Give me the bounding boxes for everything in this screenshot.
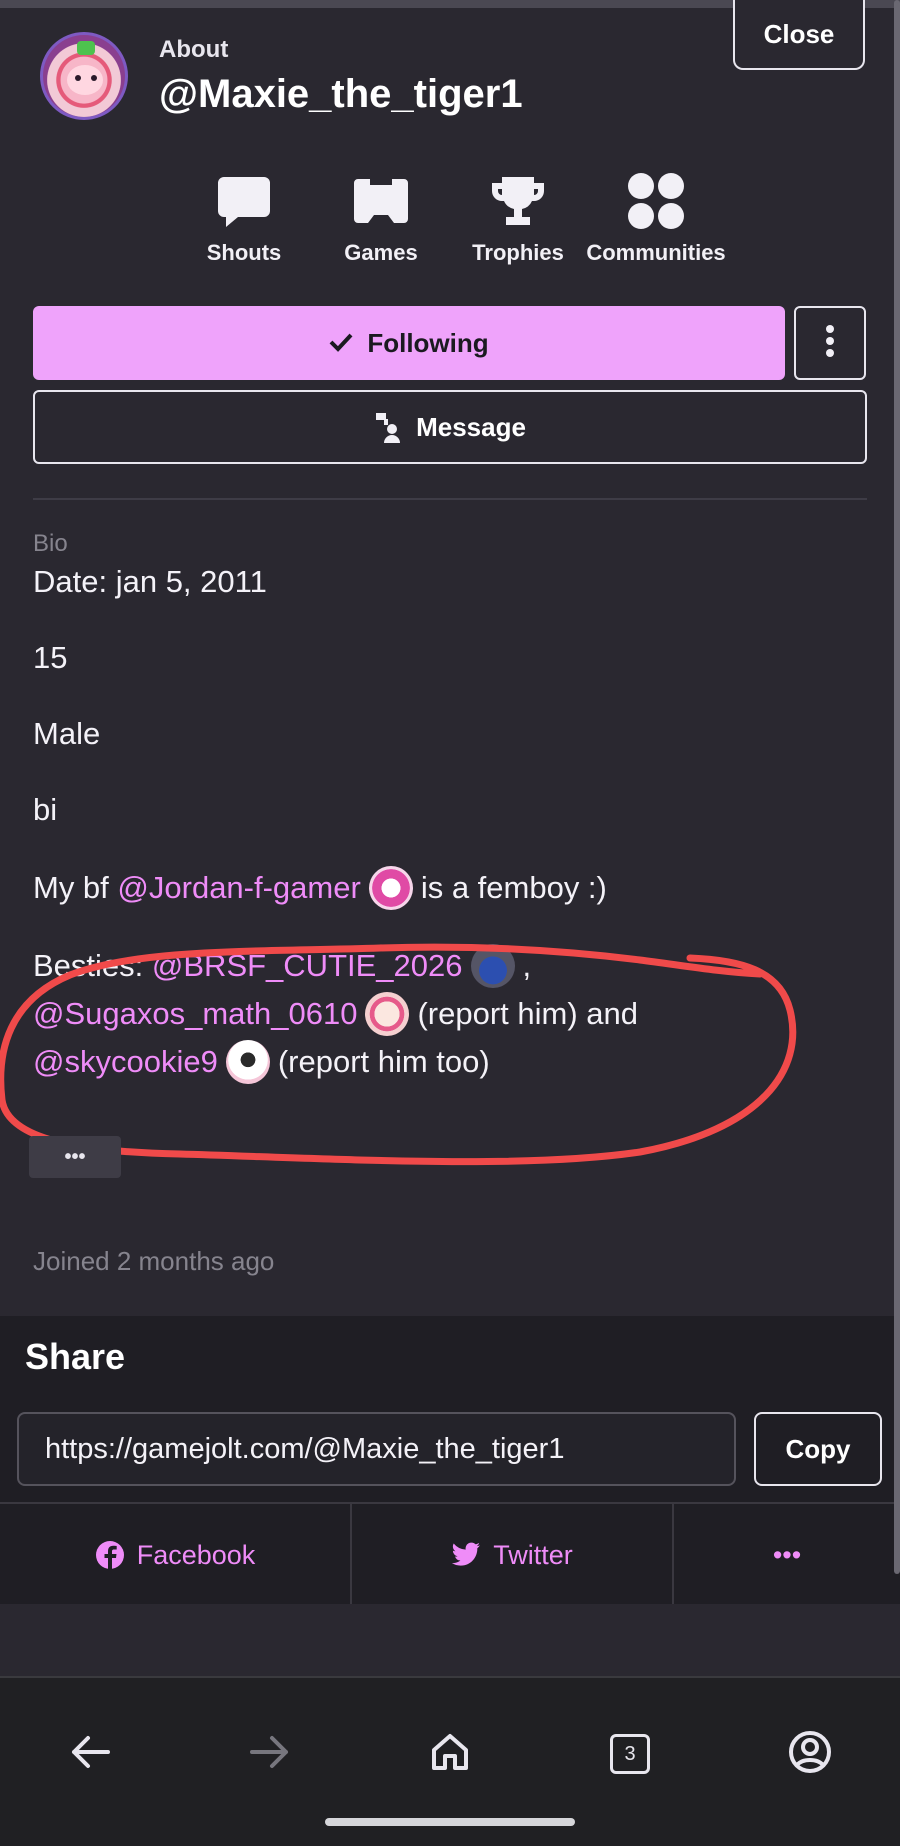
home-icon: [430, 1732, 470, 1777]
empty-area: [0, 1604, 900, 1674]
stat-label: Trophies: [472, 240, 564, 265]
facebook-label: Facebook: [136, 1539, 256, 1570]
expand-bio-button[interactable]: •••: [29, 1136, 121, 1178]
profile-avatar[interactable]: [40, 32, 128, 120]
stat-shouts[interactable]: Shouts: [174, 170, 314, 266]
stat-label: Games: [344, 240, 418, 265]
user-avatar[interactable]: [225, 1040, 270, 1084]
back-button[interactable]: [58, 1722, 122, 1786]
user-avatar[interactable]: [365, 992, 410, 1036]
bio-gender: Male: [33, 716, 101, 751]
section-divider: [33, 498, 867, 500]
home-indicator[interactable]: [325, 1818, 575, 1826]
bestie3-suffix: (report him too): [277, 1044, 490, 1079]
following-label: Following: [367, 327, 489, 358]
mention-link[interactable]: @BRSF_CUTIE_2026: [152, 948, 463, 984]
twitter-icon: [451, 1542, 481, 1568]
close-button[interactable]: Close: [733, 0, 865, 70]
bio-date: Date: jan 5, 2011: [33, 564, 267, 599]
share-title: Share: [25, 1336, 126, 1377]
share-options: Facebook Twitter •••: [0, 1502, 900, 1606]
arrow-right-icon: [250, 1735, 290, 1774]
tabs-button[interactable]: 3: [598, 1722, 662, 1786]
account-circle-icon: [788, 1730, 832, 1779]
tabs-icon: 3: [610, 1734, 650, 1774]
bio-besties-line-3: @skycookie9 (report him too): [33, 1040, 490, 1084]
stat-communities[interactable]: Communities: [586, 170, 726, 266]
vertical-dots-icon: [825, 324, 835, 363]
share-facebook-button[interactable]: Facebook: [0, 1504, 350, 1606]
share-section: Share https://gamejolt.com/@Maxie_the_ti…: [0, 1316, 900, 1606]
profile-stats: Shouts Games Trophies Communities: [0, 170, 900, 280]
message-button[interactable]: Message: [33, 390, 867, 464]
mention-link[interactable]: @skycookie9: [33, 1044, 218, 1080]
copy-button[interactable]: Copy: [754, 1412, 882, 1486]
checkmark-icon: [329, 328, 353, 359]
home-button[interactable]: [418, 1722, 482, 1786]
following-button[interactable]: Following: [33, 306, 785, 380]
joined-date: Joined 2 months ago: [33, 1246, 275, 1276]
share-url-field[interactable]: https://gamejolt.com/@Maxie_the_tiger1: [17, 1412, 736, 1486]
bf-suffix: is a femboy :): [420, 870, 607, 905]
profile-username: @Maxie_the_tiger1: [159, 72, 523, 116]
forward-button[interactable]: [238, 1722, 302, 1786]
share-twitter-button[interactable]: Twitter: [352, 1504, 672, 1606]
mention-link[interactable]: @Jordan-f-gamer: [117, 870, 360, 906]
bestie2-suffix: (report him) and: [417, 996, 639, 1031]
bio-label: Bio: [33, 530, 68, 557]
bio-besties-line-2: @Sugaxos_math_0610 (report him) and: [33, 992, 638, 1036]
stat-label: Shouts: [206, 240, 282, 265]
gamepad-icon: [311, 170, 451, 232]
bf-prefix: My bf: [33, 870, 109, 905]
bio-age: 15: [33, 640, 68, 675]
stat-label: Communities: [586, 240, 726, 265]
bio-bf-line: My bf @Jordan-f-gamer is a femboy :): [33, 866, 607, 910]
user-avatar[interactable]: [470, 944, 515, 988]
stat-games[interactable]: Games: [311, 170, 451, 266]
speech-bubble-icon: [174, 170, 314, 232]
twitter-label: Twitter: [493, 1539, 573, 1570]
scrollbar[interactable]: [894, 0, 900, 1574]
bio-besties-line-1: Besties: @BRSF_CUTIE_2026 ,: [33, 944, 531, 988]
mention-link[interactable]: @Sugaxos_math_0610: [33, 996, 357, 1032]
message-label: Message: [416, 411, 526, 442]
message-icon: [374, 411, 402, 443]
bio-orientation: bi: [33, 792, 58, 827]
user-avatar[interactable]: [368, 866, 413, 910]
about-label: About: [159, 36, 229, 63]
arrow-left-icon: [70, 1735, 110, 1774]
share-more-button[interactable]: •••: [674, 1504, 900, 1606]
facebook-icon: [95, 1540, 125, 1570]
trophy-icon: [448, 170, 588, 232]
stat-trophies[interactable]: Trophies: [448, 170, 588, 266]
grid-circles-icon: [586, 170, 726, 232]
besties-prefix: Besties:: [33, 948, 144, 983]
tab-count: 3: [624, 1742, 636, 1765]
bestie1-suffix: ,: [522, 948, 532, 983]
more-options-button[interactable]: [794, 306, 866, 380]
account-button[interactable]: [778, 1722, 842, 1786]
